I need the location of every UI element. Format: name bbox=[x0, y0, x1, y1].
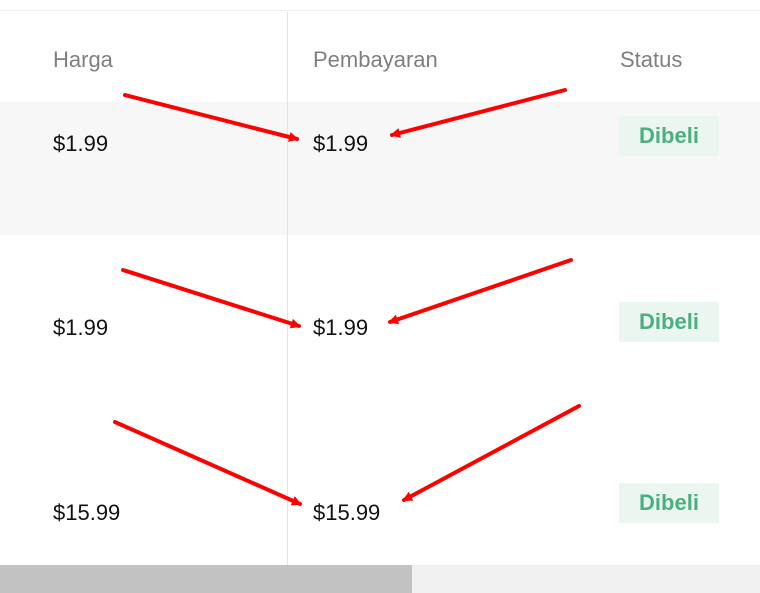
price-cell: $1.99 bbox=[53, 131, 109, 156]
horizontal-scrollbar[interactable] bbox=[0, 565, 760, 593]
price-cell: $15.99 bbox=[53, 500, 121, 525]
price-cell: $1.99 bbox=[53, 315, 109, 340]
purchase-table-page: Harga Pembayaran Status $1.99 $1.99 Dibe… bbox=[0, 0, 760, 593]
table-row: $15.99 $15.99 Dibeli bbox=[0, 416, 760, 566]
payment-cell: $15.99 bbox=[313, 500, 381, 525]
table-row: $1.99 $1.99 Dibeli bbox=[0, 102, 760, 235]
payment-cell: $1.99 bbox=[313, 315, 369, 340]
column-divider bbox=[287, 12, 288, 565]
table-top-border bbox=[0, 10, 760, 11]
column-header-harga: Harga bbox=[53, 47, 113, 72]
column-header-pembayaran: Pembayaran bbox=[313, 47, 438, 72]
status-badge: Dibeli bbox=[619, 483, 719, 523]
payment-cell: $1.99 bbox=[313, 131, 369, 156]
column-header-status: Status bbox=[620, 47, 683, 72]
scrollbar-thumb[interactable] bbox=[0, 565, 412, 593]
status-badge: Dibeli bbox=[619, 116, 719, 156]
table-row: $1.99 $1.99 Dibeli bbox=[0, 235, 760, 416]
status-badge: Dibeli bbox=[619, 302, 719, 342]
